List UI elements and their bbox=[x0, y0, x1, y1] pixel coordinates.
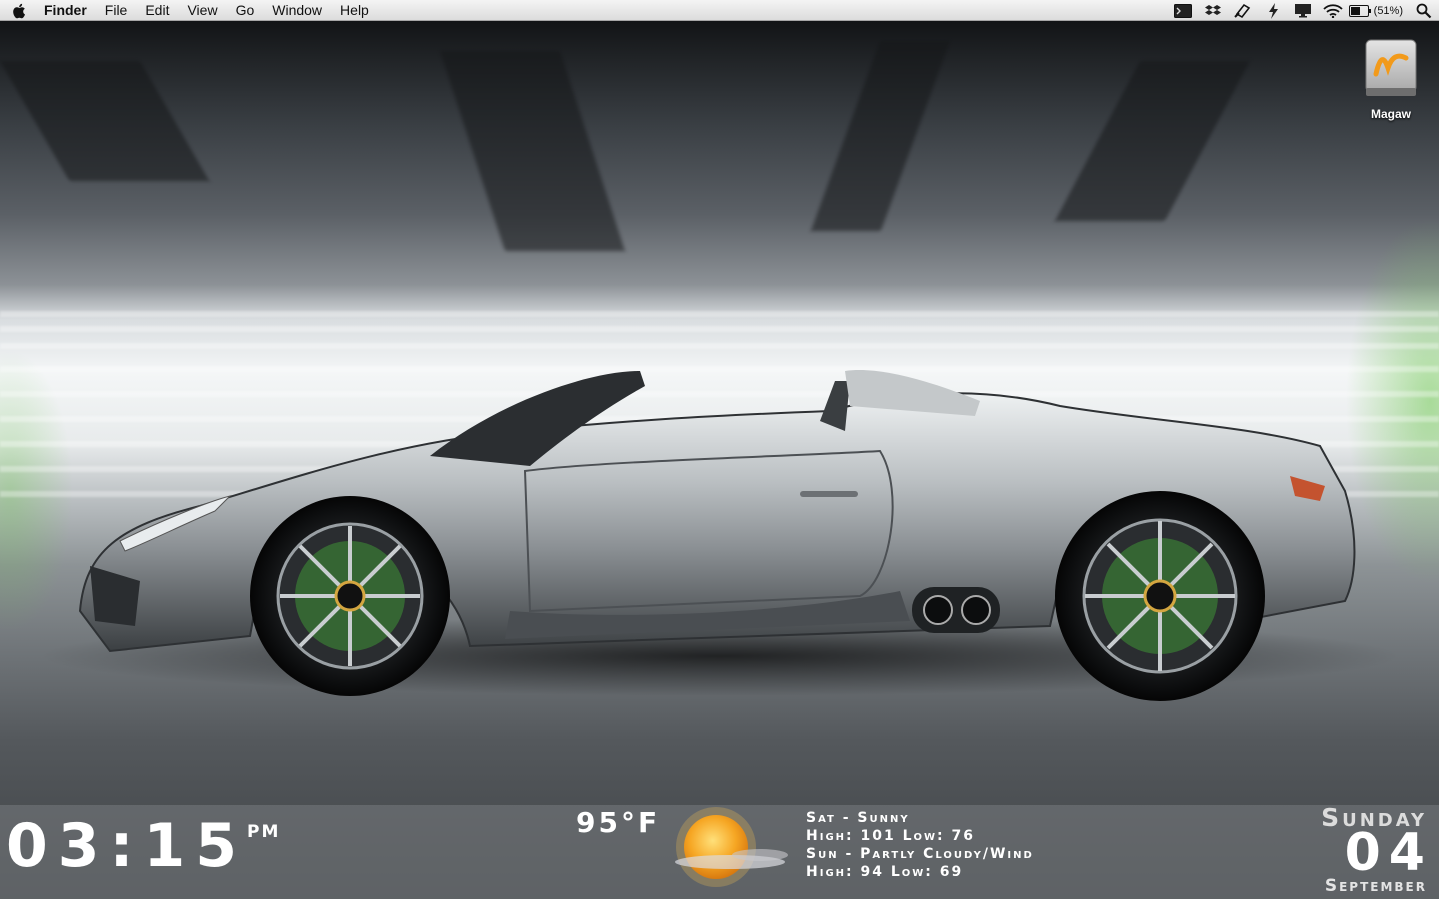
front-wheel bbox=[250, 496, 450, 696]
clock-ampm: PM bbox=[247, 822, 281, 842]
date-month: September bbox=[1324, 876, 1427, 896]
flash-icon[interactable] bbox=[1258, 0, 1288, 21]
date-day-number: 04 bbox=[1344, 823, 1433, 883]
forecast-day2-temps: High: 94 Low: 69 bbox=[806, 864, 964, 880]
search-icon[interactable] bbox=[1409, 0, 1439, 21]
terminal-icon[interactable] bbox=[1168, 0, 1198, 21]
rear-wheel bbox=[1055, 491, 1265, 701]
desktop-icon-magaw[interactable]: Magaw bbox=[1360, 38, 1422, 121]
display-icon[interactable] bbox=[1288, 0, 1318, 21]
menu-view[interactable]: View bbox=[178, 0, 226, 21]
menu-go[interactable]: Go bbox=[227, 0, 264, 21]
forecast-day2: Sun - Partly Cloudy/Wind bbox=[806, 846, 1034, 862]
desktop-wallpaper bbox=[0, 21, 1439, 899]
battery-percentage[interactable]: (51%) bbox=[1372, 5, 1409, 17]
weather-temperature: 95°F bbox=[576, 806, 661, 839]
sync-icon[interactable] bbox=[1228, 0, 1258, 21]
car-illustration bbox=[40, 370, 1400, 701]
sunny-icon bbox=[675, 807, 788, 887]
battery-icon[interactable] bbox=[1348, 0, 1372, 21]
menu-help[interactable]: Help bbox=[331, 0, 378, 21]
forecast-day1-temps: High: 101 Low: 76 bbox=[806, 828, 975, 844]
clock-time: 03:15 bbox=[6, 811, 247, 881]
wifi-icon[interactable] bbox=[1318, 0, 1348, 21]
menu-app-name[interactable]: Finder bbox=[38, 0, 96, 21]
desktop-icon-label: Magaw bbox=[1370, 107, 1411, 121]
menu-edit[interactable]: Edit bbox=[136, 0, 178, 21]
forecast-day1: Sat - Sunny bbox=[806, 810, 910, 826]
menu-window[interactable]: Window bbox=[263, 0, 331, 21]
drive-icon bbox=[1365, 39, 1417, 96]
apple-icon[interactable] bbox=[0, 0, 38, 21]
dropbox-icon[interactable] bbox=[1198, 0, 1228, 21]
menu-file[interactable]: File bbox=[96, 0, 137, 21]
menu-bar: Finder File Edit View Go Window Help (51… bbox=[0, 0, 1439, 21]
